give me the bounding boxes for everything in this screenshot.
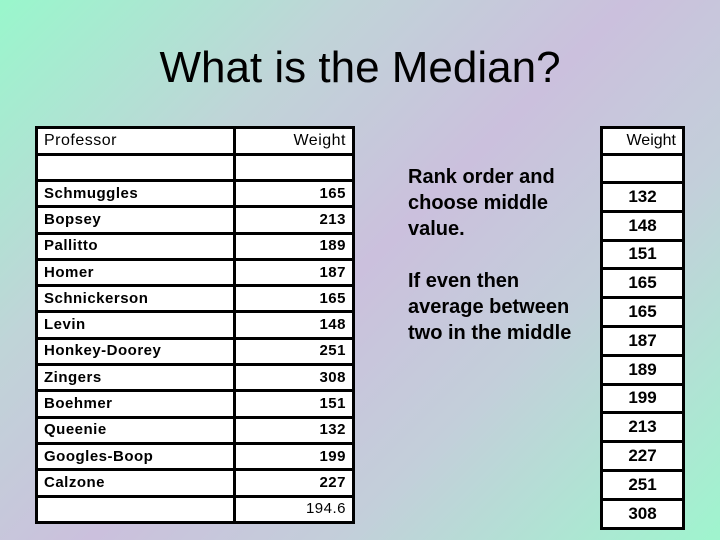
sorted-row: 189 [600, 353, 685, 386]
mean-value: 194.6 [233, 494, 355, 524]
sorted-weight: 251 [600, 468, 685, 501]
blank-row [35, 153, 355, 182]
header-weight: Weight [600, 126, 685, 156]
sorted-row: 199 [600, 382, 685, 415]
professor-name: Bopsey [35, 205, 236, 235]
professor-weight: 151 [233, 389, 355, 419]
sorted-weight: 213 [600, 411, 685, 444]
even-count-note: If even then average between two in the … [408, 270, 572, 344]
professor-weight: 199 [233, 441, 355, 472]
sorted-header-row: Weight [600, 126, 685, 156]
professor-weight: 308 [233, 363, 355, 393]
professor-name: Homer [35, 257, 236, 288]
rank-order-note: Rank order and choose middle value. [408, 166, 555, 240]
professor-name: Honkey-Doorey [35, 336, 236, 367]
table-row: Pallitto 189 [35, 231, 355, 261]
professor-name: Levin [35, 310, 236, 340]
sorted-row: 132 [600, 181, 685, 213]
table-row: Queenie 132 [35, 415, 355, 445]
professor-weight: 187 [233, 257, 355, 288]
professor-name: Googles-Boop [35, 441, 236, 472]
sorted-weight: 227 [600, 440, 685, 472]
table-row: Homer 187 [35, 257, 355, 288]
sorted-row: 308 [600, 497, 685, 530]
professor-name: Calzone [35, 468, 236, 498]
sorted-weight: 148 [600, 209, 685, 242]
sorted-weight: 199 [600, 382, 685, 415]
slide-title: What is the Median? [159, 43, 561, 92]
sorted-weight: 189 [600, 353, 685, 386]
table-row: Schmuggles 165 [35, 178, 355, 209]
professor-weight: 189 [233, 231, 355, 261]
professor-name: Pallitto [35, 231, 236, 261]
blank-cell [233, 153, 355, 182]
professor-weight: 251 [233, 336, 355, 367]
professor-weight: 148 [233, 310, 355, 340]
table-row: Bopsey 213 [35, 205, 355, 235]
professor-weight: 132 [233, 415, 355, 445]
table-row: Levin 148 [35, 310, 355, 340]
sorted-row: 151 [600, 238, 685, 271]
table-row: Zingers 308 [35, 363, 355, 393]
sorted-weight: 308 [600, 497, 685, 530]
sorted-weight-table: Weight 132 148 151 165 165 187 189 199 2… [600, 126, 685, 530]
professor-weight: 165 [233, 284, 355, 314]
blank-cell [600, 153, 685, 184]
header-professor: Professor [35, 126, 236, 156]
sorted-row: 148 [600, 209, 685, 242]
professor-weight-table: Professor Weight Schmuggles 165 Bopsey 213… [35, 126, 355, 524]
sorted-row: 187 [600, 324, 685, 357]
blank-cell [35, 153, 236, 182]
sorted-row: 251 [600, 468, 685, 501]
sorted-weight: 187 [600, 324, 685, 357]
table-row: Boehmer 151 [35, 389, 355, 419]
blank-row [600, 153, 685, 184]
professor-name: Schmuggles [35, 178, 236, 209]
professor-name: Zingers [35, 363, 236, 393]
table-row: Schnickerson 165 [35, 284, 355, 314]
header-weight: Weight [233, 126, 355, 156]
footer-row: 194.6 [35, 494, 355, 524]
table-row: Calzone 227 [35, 468, 355, 498]
professor-name: Queenie [35, 415, 236, 445]
sorted-row: 227 [600, 440, 685, 472]
professor-weight: 213 [233, 205, 355, 235]
table-row: Honkey-Doorey 251 [35, 336, 355, 367]
sorted-row: 165 [600, 267, 685, 300]
sorted-row: 165 [600, 296, 685, 328]
sorted-weight: 151 [600, 238, 685, 271]
professor-weight: 165 [233, 178, 355, 209]
professor-name: Schnickerson [35, 284, 236, 314]
professor-weight: 227 [233, 468, 355, 498]
footer-blank-cell [35, 494, 236, 524]
sorted-row: 213 [600, 411, 685, 444]
table-header-row: Professor Weight [35, 126, 355, 156]
table-row: Googles-Boop 199 [35, 441, 355, 472]
sorted-weight: 165 [600, 267, 685, 300]
sorted-weight: 132 [600, 181, 685, 213]
sorted-weight: 165 [600, 296, 685, 328]
professor-name: Boehmer [35, 389, 236, 419]
